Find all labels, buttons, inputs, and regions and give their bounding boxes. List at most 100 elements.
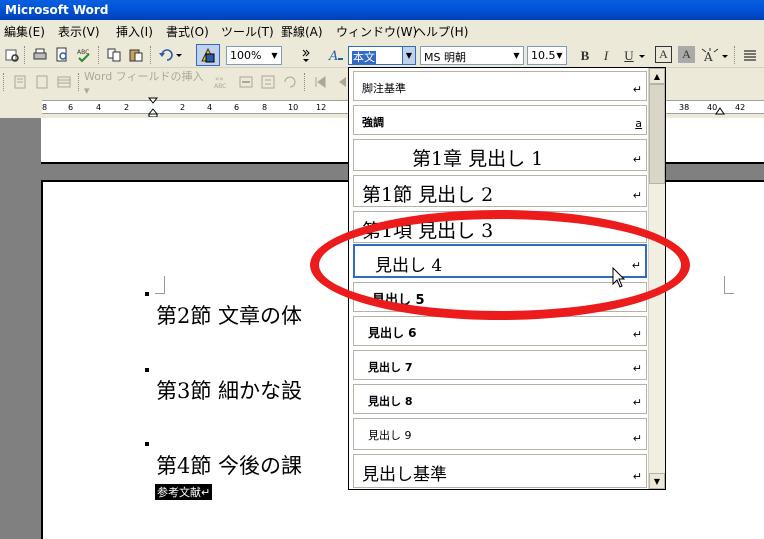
- phonetic-dropdown-icon[interactable]: [720, 46, 730, 66]
- ruler-number: 2: [124, 103, 130, 112]
- indent-marker-icon[interactable]: [147, 97, 159, 118]
- style-item-emphasis[interactable]: 強調 a: [353, 105, 647, 135]
- style-item-label: 見出し 6: [368, 326, 417, 340]
- ruler-number: 8: [42, 103, 48, 112]
- menu-insert[interactable]: 挿入(I): [116, 23, 153, 40]
- toolbar-separator: [24, 46, 27, 64]
- paragraph-return-icon: ↵: [632, 83, 642, 96]
- standard-toolbar: ABC 100% ▼ A 本文 ▼ MS 明朝 ▼ 10.5 ▼ B I U A: [0, 42, 764, 68]
- ruler-number: 2: [180, 103, 186, 112]
- selected-text[interactable]: 参考文献↵: [155, 484, 213, 500]
- zoom-combo[interactable]: 100% ▼: [226, 46, 282, 65]
- style-item-heading-base[interactable]: 見出し基準 ↵: [353, 454, 647, 488]
- insert-word-field-button[interactable]: Word フィールドの挿入 ▾: [84, 70, 204, 97]
- copy-icon[interactable]: [104, 45, 124, 65]
- open-data-source-icon[interactable]: [32, 72, 52, 92]
- style-item-label: 第1節 見出し 2: [362, 184, 494, 206]
- menu-edit[interactable]: 編集(E): [4, 23, 45, 40]
- style-item-heading-7[interactable]: 見出し 7 ↵: [353, 350, 647, 380]
- font-size-value: 10.5: [531, 49, 556, 62]
- undo-dropdown-icon[interactable]: [174, 45, 184, 65]
- style-item-footnote[interactable]: 脚注基準 ↵: [353, 71, 647, 101]
- heading-section-2[interactable]: 第2節 文章の体: [156, 300, 302, 330]
- phonetic-guide-icon[interactable]: A: [700, 45, 720, 65]
- main-document-setup-icon[interactable]: [10, 72, 30, 92]
- menu-table[interactable]: 罫線(A): [281, 23, 323, 40]
- paste-icon[interactable]: [126, 45, 146, 65]
- chevron-down-icon[interactable]: ▼: [510, 47, 523, 64]
- paragraph-return-icon: ↵: [632, 432, 642, 445]
- ruler-number: 38: [679, 103, 690, 112]
- margin-corner-right: [724, 276, 734, 294]
- annotation-ellipse: [310, 210, 690, 320]
- menu-tools[interactable]: ツール(T): [221, 23, 274, 40]
- print-preview-icon[interactable]: [52, 45, 72, 65]
- style-item-label: 強調: [362, 116, 384, 129]
- print-icon[interactable]: [30, 45, 50, 65]
- spellcheck-icon[interactable]: ABC: [74, 45, 94, 65]
- propagate-labels-icon[interactable]: [280, 72, 300, 92]
- ruler-number: 12: [316, 103, 327, 112]
- font-combo[interactable]: MS 明朝 ▼: [420, 46, 524, 65]
- menu-view[interactable]: 表示(V): [58, 23, 100, 40]
- character-shading-button[interactable]: A: [678, 46, 695, 63]
- bold-button[interactable]: B: [575, 46, 595, 66]
- right-indent-marker-icon[interactable]: [715, 107, 725, 117]
- font-size-combo[interactable]: 10.5 ▼: [527, 46, 567, 65]
- character-style-icon: a: [635, 117, 642, 130]
- chevron-down-icon[interactable]: ▼: [268, 47, 281, 64]
- paragraph-return-icon: ↵: [632, 396, 642, 409]
- align-justify-icon[interactable]: [740, 45, 760, 65]
- style-item-heading-1[interactable]: 第1章 見出し 1 ↵: [353, 139, 647, 171]
- drawing-toolbar-icon[interactable]: [196, 44, 220, 66]
- svg-text:A: A: [328, 49, 338, 63]
- style-item-heading-9[interactable]: 見出し 9 ↵: [353, 418, 647, 450]
- toolbar-overflow-icon[interactable]: [300, 45, 312, 65]
- menu-format[interactable]: 書式(O): [166, 23, 209, 40]
- style-item-heading-8[interactable]: 見出し 8 ↵: [353, 384, 647, 414]
- paragraph-return-icon: ↵: [632, 153, 642, 166]
- recipients-icon[interactable]: [54, 72, 74, 92]
- style-item-heading-2[interactable]: 第1節 見出し 2 ↵: [353, 175, 647, 207]
- paragraph-mark: [145, 292, 149, 296]
- character-border-button[interactable]: A: [655, 46, 672, 63]
- toolbar-separator: [304, 73, 307, 91]
- paragraph-return-icon: ↵: [632, 470, 642, 483]
- heading-section-4[interactable]: 第4節 今後の課: [156, 450, 302, 480]
- zoom-value: 100%: [230, 49, 262, 62]
- scroll-up-icon[interactable]: ▲: [649, 68, 665, 84]
- research-icon[interactable]: [2, 45, 22, 65]
- mouse-cursor-icon: [612, 267, 626, 288]
- svg-text:A: A: [703, 50, 713, 63]
- menu-bar: 編集(E) 表示(V) 挿入(I) 書式(O) ツール(T) 罫線(A) ウィン…: [0, 20, 764, 42]
- style-combo[interactable]: 本文 ▼: [348, 46, 416, 65]
- ruler-number: 10: [288, 103, 299, 112]
- style-value: 本文: [352, 51, 376, 64]
- scrollbar-thumb[interactable]: [649, 84, 665, 184]
- svg-text:«»: «»: [215, 75, 224, 83]
- font-value: MS 明朝: [424, 51, 466, 64]
- view-merged-data-icon[interactable]: «» ABC: [212, 72, 232, 92]
- undo-icon[interactable]: [156, 45, 176, 65]
- underline-button[interactable]: U: [619, 46, 639, 66]
- style-item-label: 見出し基準: [362, 465, 447, 485]
- styles-formatting-icon[interactable]: A: [326, 45, 346, 65]
- toolbar-separator: [734, 46, 737, 64]
- chevron-down-icon[interactable]: ▼: [553, 47, 566, 64]
- style-item-heading-6[interactable]: 見出し 6 ↵: [353, 316, 647, 346]
- highlight-fields-icon[interactable]: [236, 72, 256, 92]
- match-fields-icon[interactable]: [258, 72, 278, 92]
- chevron-down-icon[interactable]: ▼: [402, 47, 415, 64]
- style-item-label: 脚注基準: [362, 82, 406, 95]
- first-record-icon[interactable]: [310, 72, 330, 92]
- menu-window[interactable]: ウィンドウ(W): [336, 23, 417, 40]
- underline-dropdown-icon[interactable]: [637, 46, 647, 66]
- heading-section-3[interactable]: 第3節 細かな設: [156, 375, 302, 405]
- scroll-down-icon[interactable]: ▼: [649, 473, 665, 489]
- paragraph-return-icon: ↵: [632, 328, 642, 341]
- menu-help[interactable]: ヘルプ(H): [414, 23, 468, 40]
- ruler-number: 4: [207, 103, 213, 112]
- italic-button[interactable]: I: [596, 46, 616, 66]
- ruler-number: 42: [735, 103, 746, 112]
- paragraph-return-icon: ↵: [632, 189, 642, 202]
